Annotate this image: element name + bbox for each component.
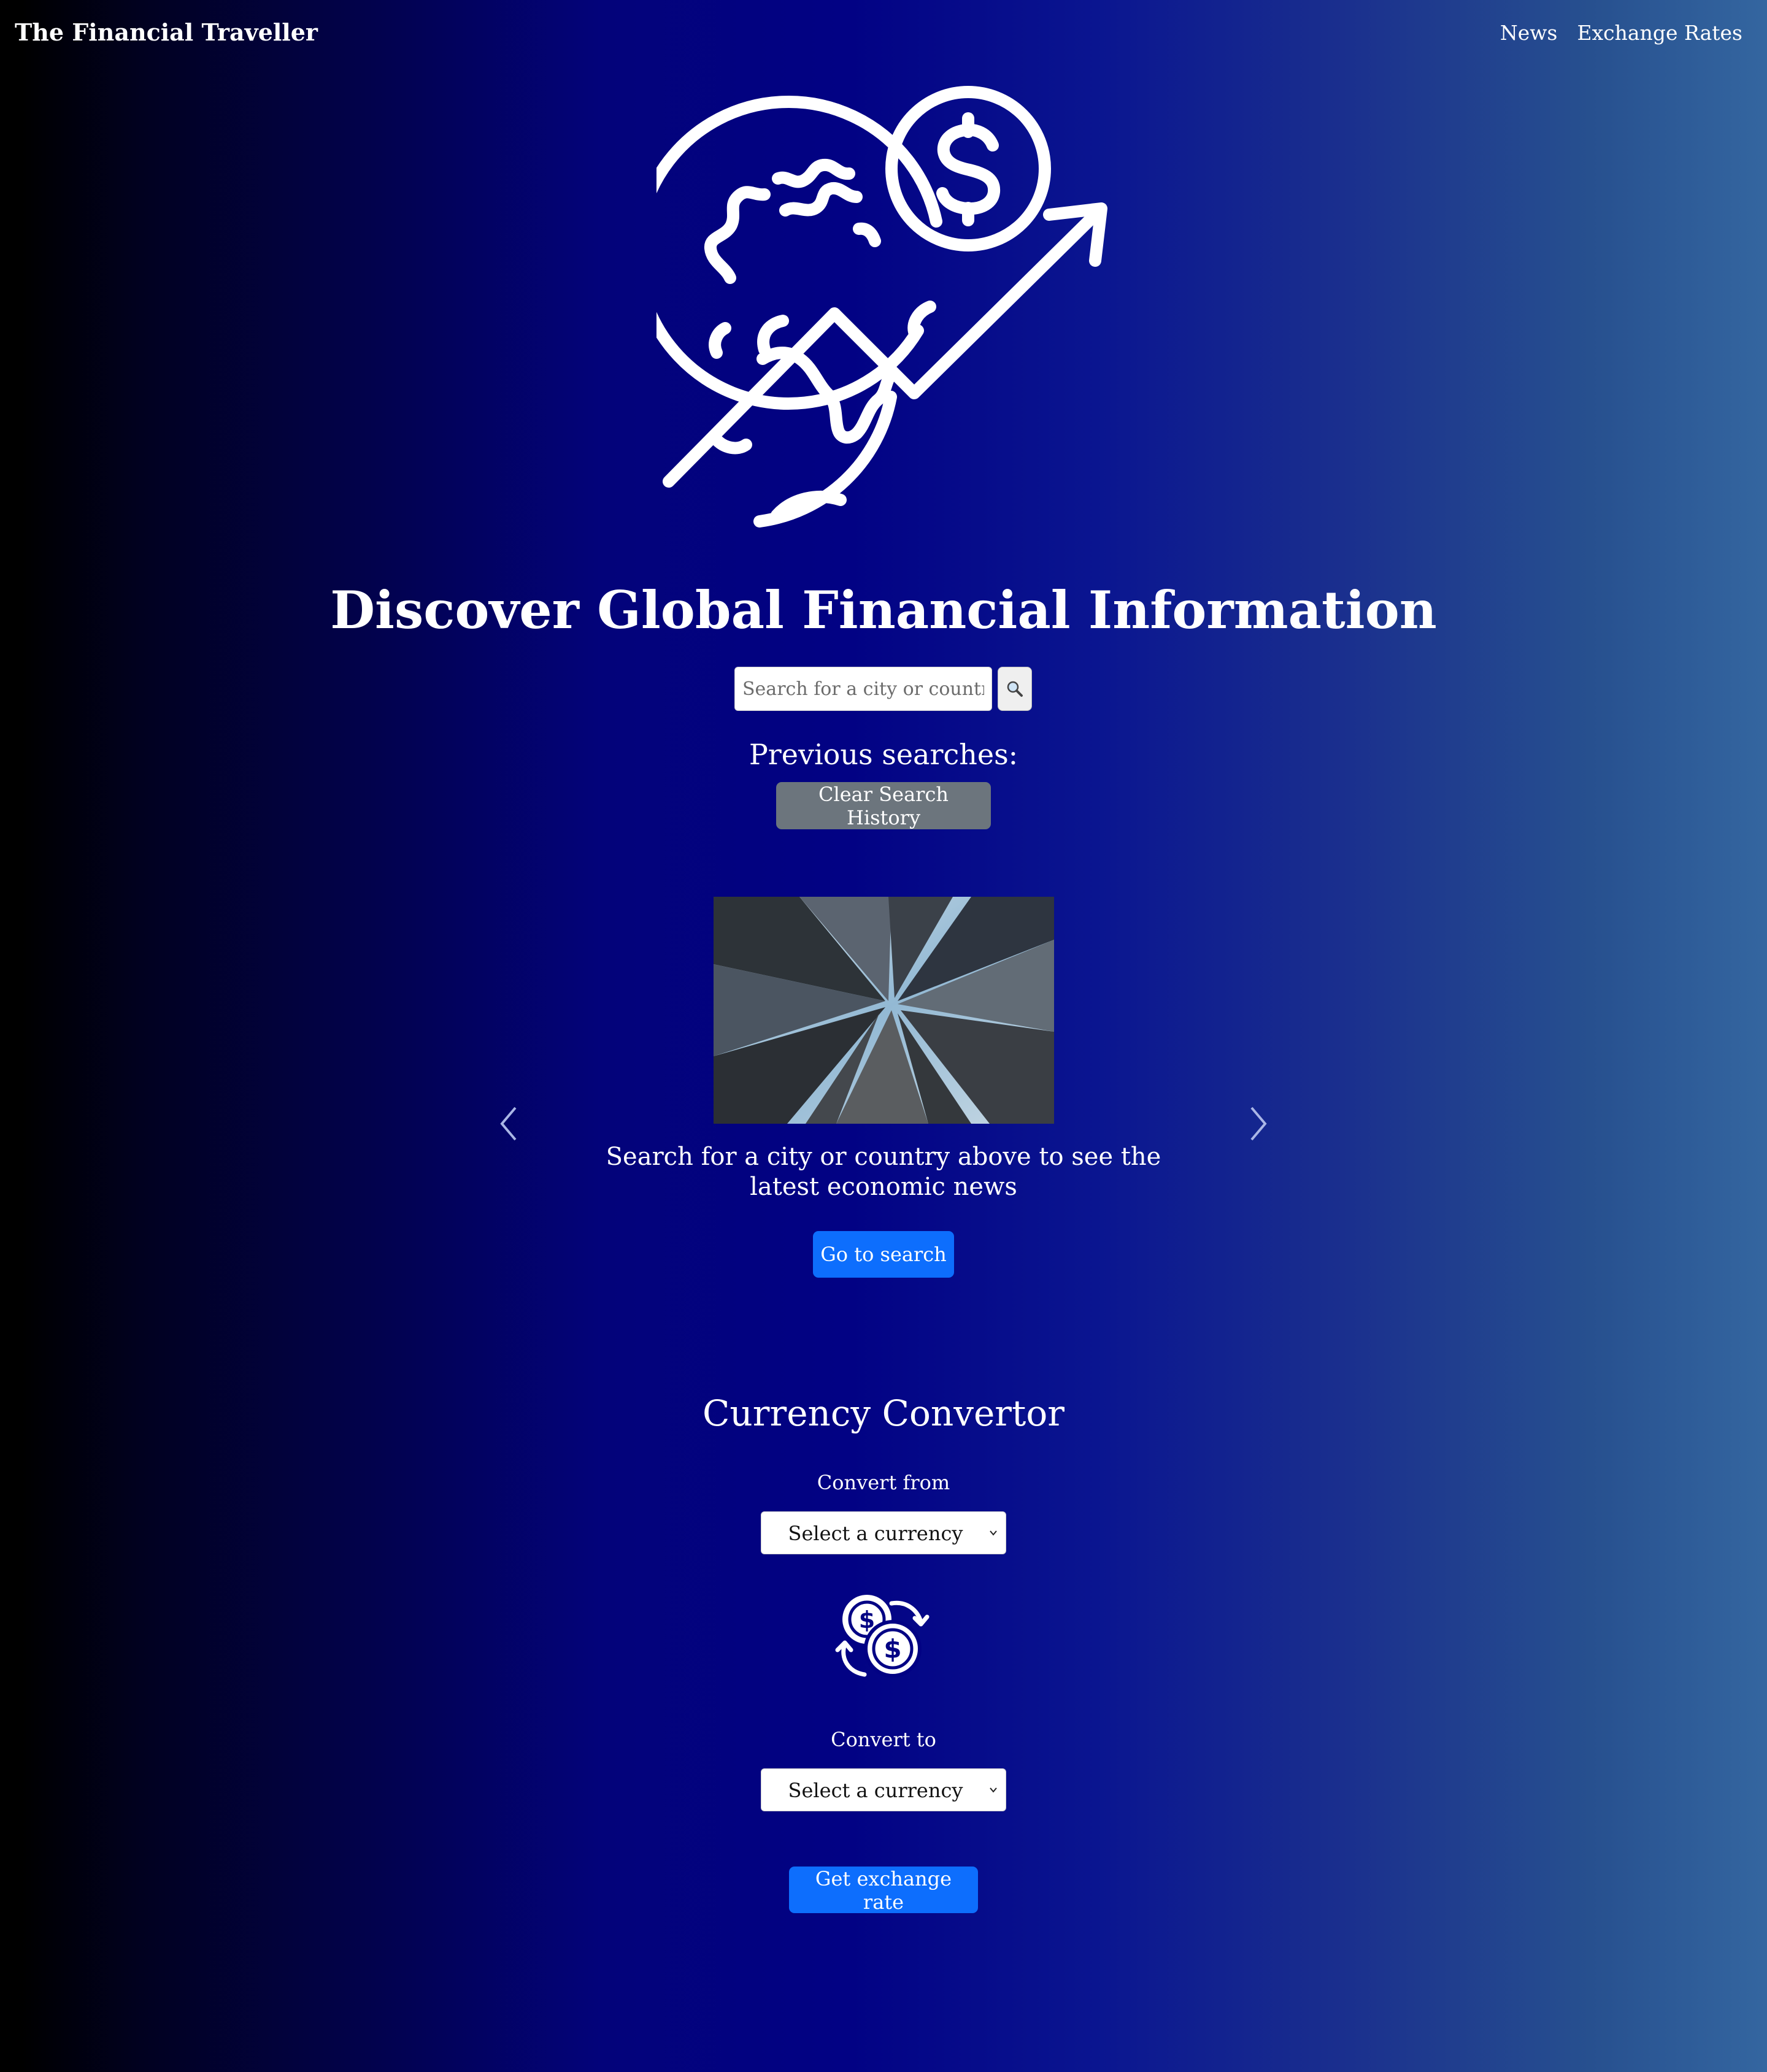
clear-search-history-button[interactable]: Clear Search History [776, 782, 991, 829]
magnifier-icon [1007, 681, 1023, 697]
hero-title: Discover Global Financial Information [330, 580, 1437, 640]
globe-dollar-growth-icon [656, 86, 1107, 528]
navbar: The Financial Traveller News Exchange Ra… [0, 0, 1767, 71]
nav-link-exchange-rates[interactable]: Exchange Rates [1577, 21, 1742, 45]
carousel-caption: Search for a city or country above to se… [606, 1143, 1161, 1201]
nav-link-news[interactable]: News [1500, 21, 1558, 45]
convert-to-select[interactable]: Select a currency [761, 1768, 1006, 1811]
go-to-search-button[interactable]: Go to search [813, 1231, 954, 1278]
convert-from-value: Select a currency [788, 1522, 963, 1545]
search-input[interactable] [734, 667, 992, 711]
nav-links: News Exchange Rates [1500, 21, 1742, 45]
search-bar [734, 667, 1032, 711]
currency-exchange-icon: $ $ [835, 1595, 930, 1678]
search-button[interactable] [998, 667, 1032, 711]
convert-from-select[interactable]: Select a currency [761, 1511, 1006, 1554]
svg-text:$: $ [884, 1634, 901, 1664]
chevron-down-icon [990, 1530, 997, 1536]
skyscrapers-photo [714, 897, 1054, 1124]
carousel-prev-button[interactable] [497, 1104, 522, 1143]
chevron-down-icon [990, 1787, 997, 1793]
brand-title[interactable]: The Financial Traveller [15, 18, 318, 46]
convert-to-label: Convert to [831, 1728, 936, 1751]
currency-convertor-title: Currency Convertor [703, 1392, 1064, 1434]
convert-from-label: Convert from [817, 1471, 950, 1494]
previous-searches-label: Previous searches: [749, 738, 1018, 771]
carousel-next-button[interactable] [1245, 1104, 1270, 1143]
convert-to-value: Select a currency [788, 1779, 963, 1802]
get-exchange-rate-button[interactable]: Get exchange rate [789, 1867, 978, 1914]
